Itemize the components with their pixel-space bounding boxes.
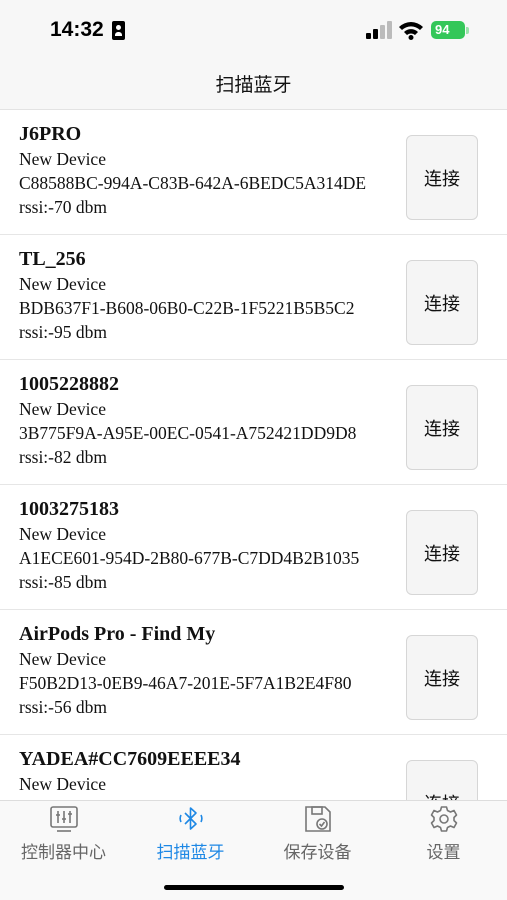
device-type: New Device	[19, 774, 106, 794]
controller-icon	[49, 806, 78, 832]
device-list-item: J6PRO New Device C88588BC-994A-C83B-642A…	[0, 110, 507, 235]
device-uuid: A1ECE601-954D-2B80-677B-C7DD4B2B1035	[19, 548, 360, 568]
device-uuid: F50B2D13-0EB9-46A7-201E-5F7A1B2E4F80	[19, 673, 352, 693]
contact-card-icon	[112, 21, 125, 40]
device-list-item: 1005228882 New Device 3B775F9A-A95E-00EC…	[0, 360, 507, 485]
device-name: YADEA#CC7609EEEE34	[19, 748, 241, 770]
device-name: AirPods Pro - Find My	[19, 623, 216, 645]
tab-label: 设置	[426, 843, 461, 863]
device-uuid: 3B775F9A-A95E-00EC-0541-A752421DD9D8	[19, 423, 357, 443]
device-type: New Device	[19, 149, 106, 169]
device-type: New Device	[19, 399, 106, 419]
cellular-signal-icon	[366, 21, 392, 39]
device-name: 1003275183	[19, 498, 119, 520]
navigation-bar: 扫描蓝牙	[0, 60, 507, 110]
device-rssi: rssi:-95 dbm	[19, 322, 107, 342]
device-uuid: C88588BC-994A-C83B-642A-6BEDC5A314DE	[19, 173, 367, 193]
device-type: New Device	[19, 274, 106, 294]
bluetooth-icon	[178, 807, 203, 830]
device-name: 1005228882	[19, 373, 119, 395]
device-list[interactable]: J6PRO New Device C88588BC-994A-C83B-642A…	[0, 110, 507, 800]
connect-button[interactable]: 连接	[406, 510, 478, 595]
device-type: New Device	[19, 524, 106, 544]
device-list-item: TL_256 New Device BDB637F1-B608-06B0-C22…	[0, 235, 507, 360]
status-time: 14:32	[50, 18, 104, 41]
device-list-item: AirPods Pro - Find My New Device F50B2D1…	[0, 610, 507, 735]
device-name: TL_256	[19, 248, 86, 270]
connect-button[interactable]: 连接	[406, 635, 478, 720]
tab-label: 扫描蓝牙	[156, 843, 225, 863]
tab-settings[interactable]: 设置	[380, 805, 507, 863]
connect-button[interactable]: 连接	[406, 385, 478, 470]
device-type: New Device	[19, 649, 106, 669]
status-bar: 14:32 94	[0, 0, 507, 60]
tab-label: 保存设备	[283, 843, 352, 863]
connect-button[interactable]: 连接	[406, 135, 478, 220]
device-name: J6PRO	[19, 123, 82, 145]
connect-button[interactable]: 连接	[406, 260, 478, 345]
tab-controller-center[interactable]: 控制器中心	[0, 805, 127, 863]
battery-cap	[466, 27, 469, 34]
wifi-icon	[399, 22, 423, 40]
connect-button[interactable]: 连接	[406, 760, 478, 800]
tab-scan-bluetooth[interactable]: 扫描蓝牙	[127, 805, 254, 863]
save-icon	[304, 806, 331, 832]
device-rssi: rssi:-70 dbm	[19, 197, 107, 217]
device-list-item: YADEA#CC7609EEEE34 New Device 连接	[0, 735, 507, 800]
home-indicator[interactable]	[164, 885, 344, 890]
gear-icon	[430, 806, 457, 832]
tab-saved-devices[interactable]: 保存设备	[254, 805, 381, 863]
device-rssi: rssi:-82 dbm	[19, 447, 107, 467]
tab-label: 控制器中心	[21, 843, 106, 863]
page-title: 扫描蓝牙	[215, 74, 292, 96]
device-list-item: 1003275183 New Device A1ECE601-954D-2B80…	[0, 485, 507, 610]
battery-icon: 94	[431, 21, 465, 39]
device-rssi: rssi:-56 dbm	[19, 697, 107, 717]
device-uuid: BDB637F1-B608-06B0-C22B-1F5221B5B5C2	[19, 298, 355, 318]
device-rssi: rssi:-85 dbm	[19, 572, 107, 592]
